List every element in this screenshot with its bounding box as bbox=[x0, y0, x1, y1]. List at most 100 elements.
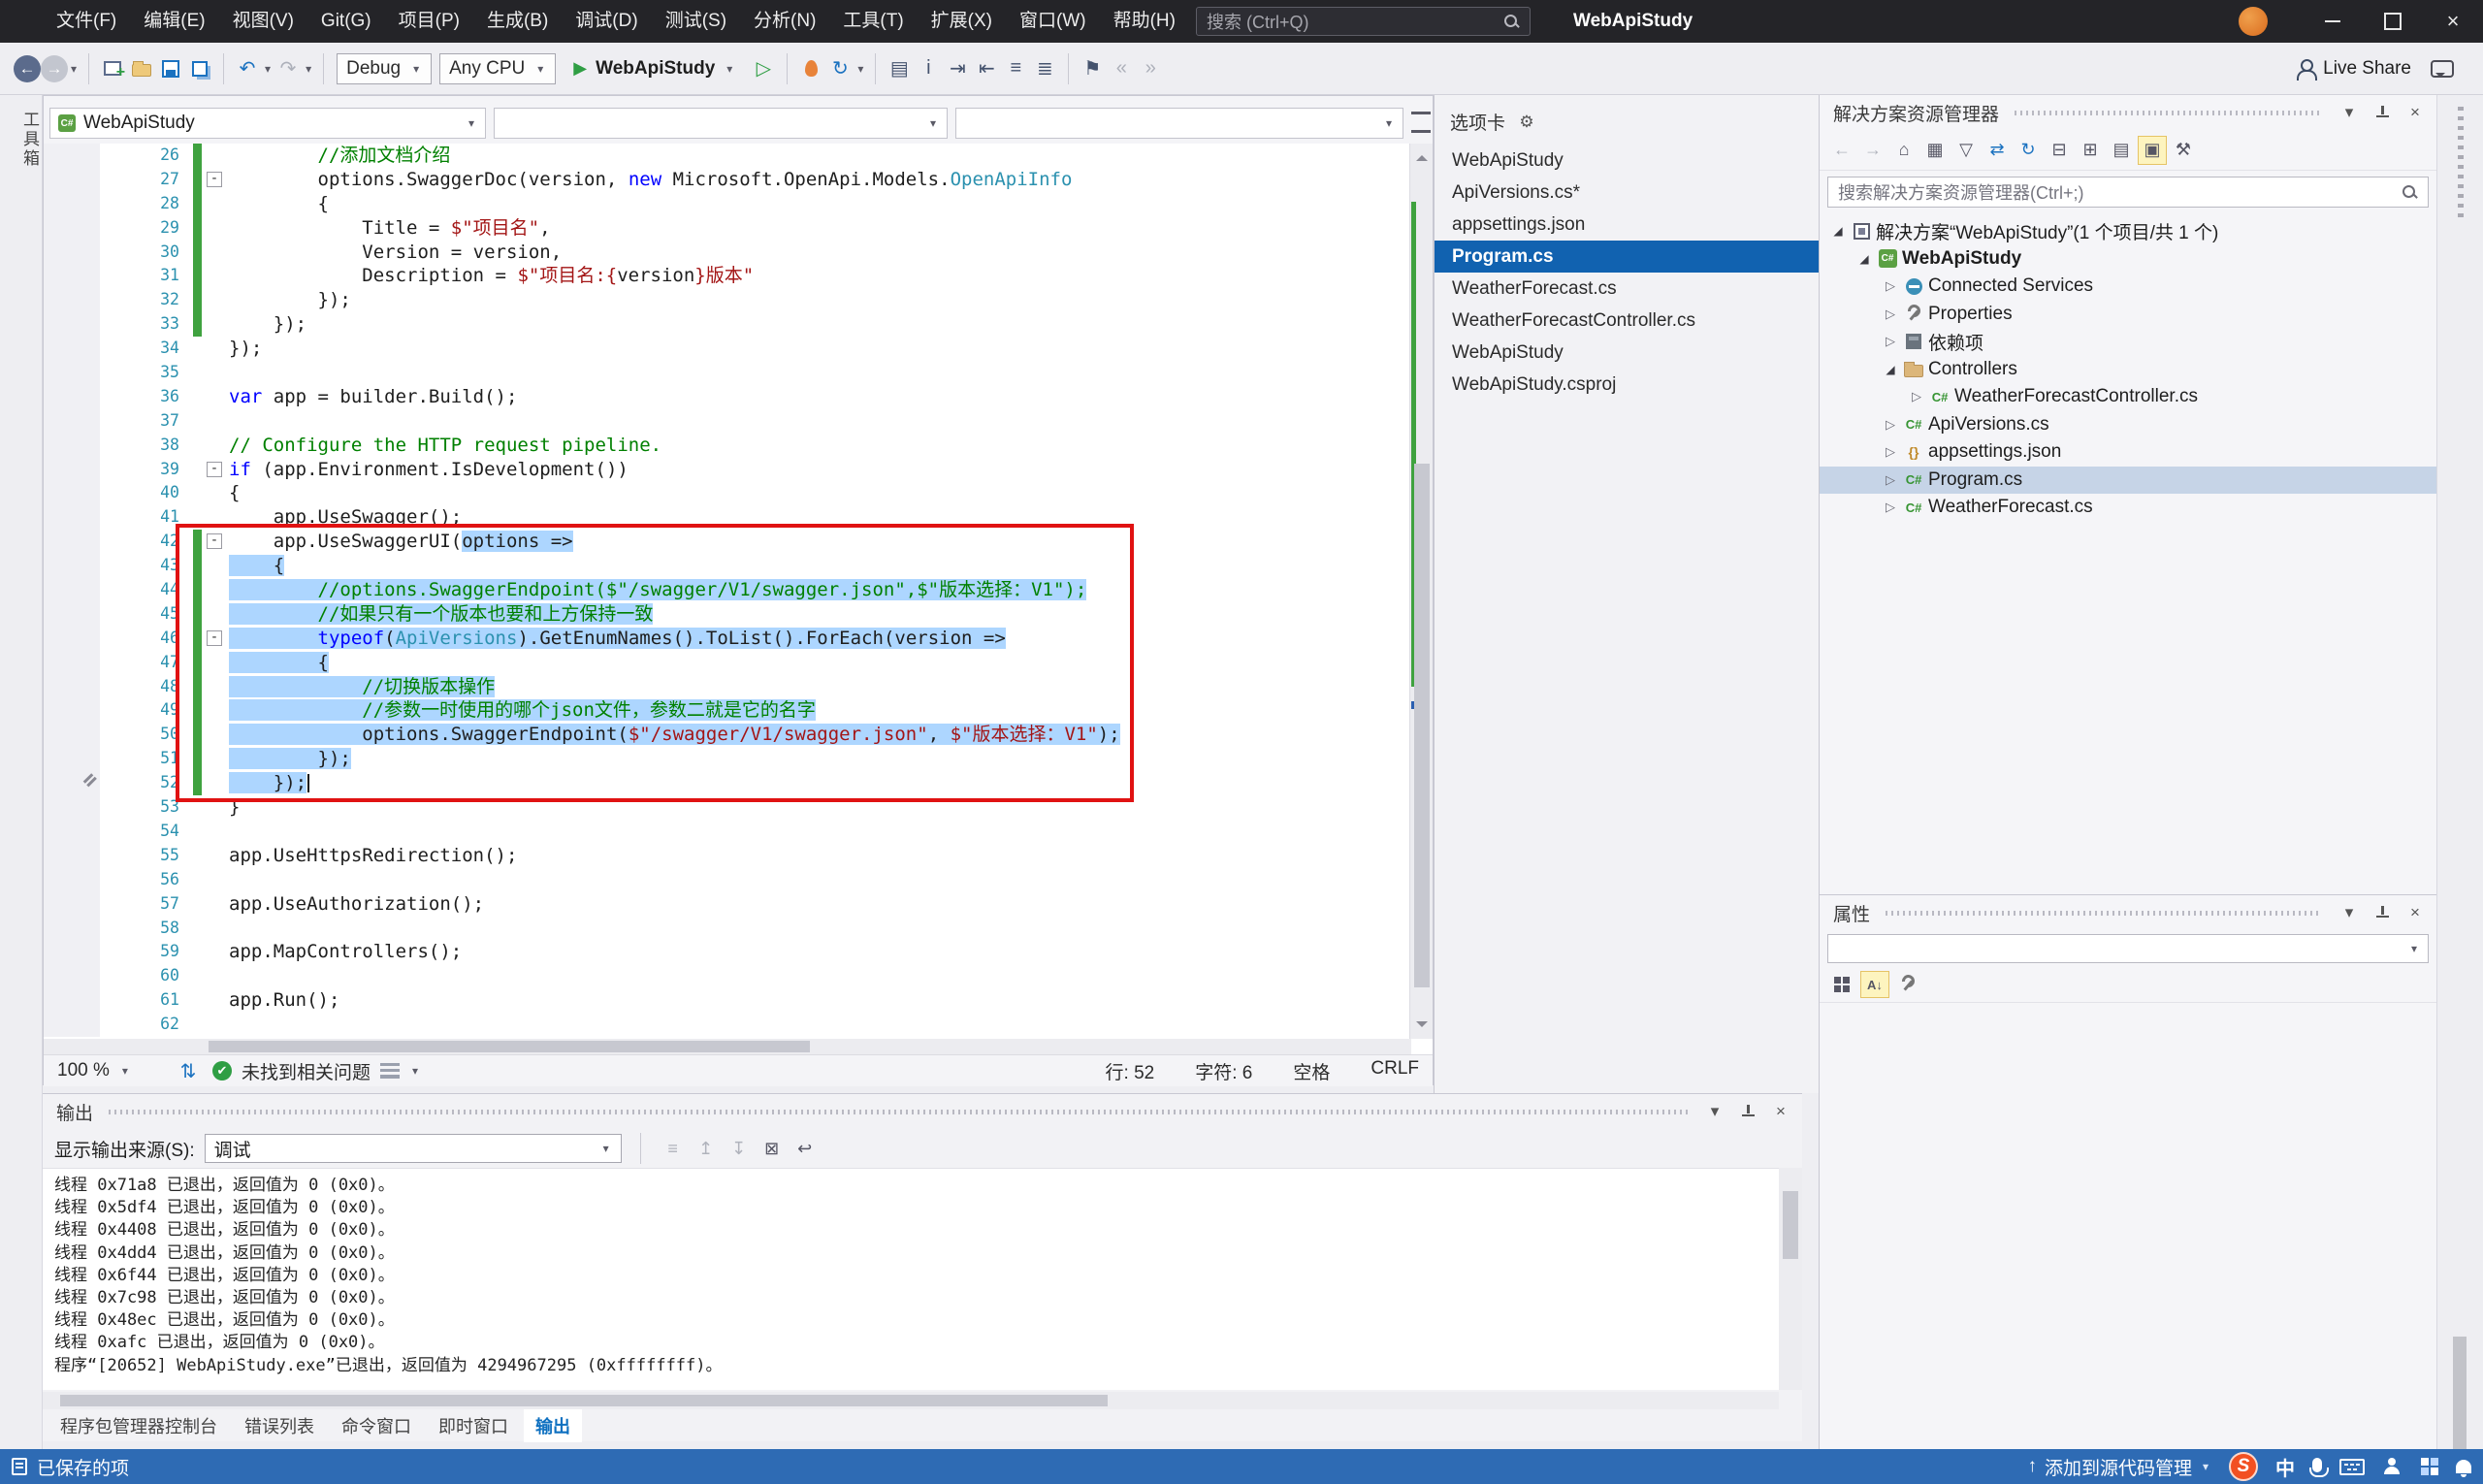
keyboard-icon[interactable] bbox=[2339, 1459, 2365, 1475]
code-line[interactable]: 55app.UseHttpsRedirection(); bbox=[44, 844, 1411, 868]
tree-item[interactable]: ▷ApiVersions.cs bbox=[1820, 411, 2436, 439]
code-line[interactable]: 58 bbox=[44, 917, 1411, 941]
code-line[interactable]: 48 //切换版本操作 bbox=[44, 675, 1411, 699]
output-vertical-scrollbar[interactable] bbox=[1779, 1168, 1802, 1390]
home-icon[interactable]: ⌂ bbox=[1889, 136, 1919, 165]
editor-horizontal-scrollbar[interactable] bbox=[44, 1039, 1411, 1054]
code-line[interactable]: 28 { bbox=[44, 192, 1411, 216]
tab-item[interactable]: ApiVersions.cs* bbox=[1435, 177, 1819, 209]
platform-select[interactable]: Any CPU ▾ bbox=[439, 53, 556, 84]
quick-info-icon[interactable]: i bbox=[914, 53, 943, 84]
show-all-files-icon[interactable]: ▤ bbox=[2107, 136, 2136, 165]
code-line[interactable]: 50 options.SwaggerEndpoint($"/swagger/V1… bbox=[44, 723, 1411, 747]
property-pages-icon[interactable] bbox=[1893, 971, 1922, 998]
code-line[interactable]: 40{ bbox=[44, 481, 1411, 505]
tool-window-tab[interactable]: 输出 bbox=[524, 1409, 582, 1442]
clear-all-icon[interactable]: ⊠ bbox=[758, 1135, 786, 1162]
live-share-icon[interactable] bbox=[2294, 57, 2317, 81]
code-line[interactable]: 34}); bbox=[44, 337, 1411, 361]
member-list-icon[interactable]: ▤ bbox=[885, 53, 914, 84]
code-line[interactable]: 41 app.UseSwagger(); bbox=[44, 505, 1411, 530]
menu-item[interactable]: 测试(S) bbox=[652, 0, 740, 43]
code-line[interactable]: 36var app = builder.Build(); bbox=[44, 385, 1411, 409]
tree-item[interactable]: ◢WebApiStudy bbox=[1820, 245, 2436, 274]
microphone-icon[interactable] bbox=[2312, 1458, 2322, 1472]
code-line[interactable]: 47 { bbox=[44, 651, 1411, 675]
tree-item[interactable]: ▷appsettings.json bbox=[1820, 438, 2436, 467]
previous-bookmark-icon[interactable]: « bbox=[1107, 53, 1136, 84]
member-dropdown[interactable]: ▾ bbox=[955, 108, 1403, 139]
menu-item[interactable]: 文件(F) bbox=[43, 0, 130, 43]
code-line[interactable]: 51 }); bbox=[44, 747, 1411, 771]
close-icon[interactable]: × bbox=[1769, 1101, 1792, 1122]
output-text-area[interactable]: 线程 0x71a8 已退出，返回值为 0 (0x0)。线程 0x5df4 已退出… bbox=[43, 1168, 1779, 1390]
tool-window-tab[interactable]: 命令窗口 bbox=[330, 1409, 423, 1442]
maximize-button[interactable] bbox=[2363, 0, 2423, 43]
menu-item[interactable]: 项目(P) bbox=[385, 0, 473, 43]
collapse-arrow-icon[interactable]: ◢ bbox=[1880, 363, 1901, 376]
outdent-icon[interactable]: ⇤ bbox=[972, 53, 1001, 84]
code-line[interactable]: 35 bbox=[44, 361, 1411, 385]
fold-margin[interactable]: - bbox=[202, 458, 229, 482]
collapse-arrow-icon[interactable]: ◢ bbox=[1854, 252, 1875, 266]
navigate-backward-icon[interactable]: ← bbox=[14, 55, 41, 82]
expand-arrow-icon[interactable]: ▷ bbox=[1880, 472, 1901, 488]
expand-arrow-icon[interactable]: ▷ bbox=[1906, 389, 1927, 404]
collapse-arrow-icon[interactable]: ◢ bbox=[1827, 224, 1849, 238]
scroll-up-icon[interactable] bbox=[1416, 149, 1428, 161]
new-project-icon[interactable] bbox=[98, 53, 127, 84]
fold-marker-icon[interactable]: - bbox=[207, 462, 222, 477]
zoom-select[interactable]: 100 % ▾ bbox=[57, 1060, 164, 1081]
code-line[interactable]: 26 //添加文档介绍 bbox=[44, 144, 1411, 168]
close-button[interactable]: × bbox=[2423, 0, 2483, 43]
open-file-icon[interactable] bbox=[127, 53, 156, 84]
sogou-input-badge[interactable]: S bbox=[2229, 1452, 2258, 1481]
collapse-all-icon[interactable]: ⊞ bbox=[2076, 136, 2105, 165]
close-icon[interactable]: × bbox=[2403, 902, 2427, 923]
tab-item[interactable]: WeatherForecast.cs bbox=[1435, 273, 1819, 305]
menu-item[interactable]: 分析(N) bbox=[740, 0, 829, 43]
comment-selection-icon[interactable]: ≡ bbox=[1001, 53, 1030, 84]
toggle-bookmark-icon[interactable]: ⚑ bbox=[1078, 53, 1107, 84]
code-line[interactable]: 30 Version = version, bbox=[44, 241, 1411, 265]
fold-margin[interactable]: - bbox=[202, 168, 229, 192]
tree-item[interactable]: ▷WeatherForecastController.cs bbox=[1820, 383, 2436, 411]
fold-marker-icon[interactable]: - bbox=[207, 533, 222, 549]
code-line[interactable]: 56 bbox=[44, 868, 1411, 892]
switch-views-icon[interactable]: ▦ bbox=[1920, 136, 1950, 165]
tool-window-tab[interactable]: 即时窗口 bbox=[427, 1409, 520, 1442]
pin-icon[interactable] bbox=[2370, 902, 2394, 923]
window-menu-icon[interactable]: ▾ bbox=[2338, 902, 2361, 923]
back-icon[interactable]: ← bbox=[1827, 136, 1856, 165]
preview-selected-items-icon[interactable]: ▣ bbox=[2138, 136, 2167, 165]
code-line[interactable]: 52 }); bbox=[44, 771, 1411, 795]
code-line[interactable]: 37 bbox=[44, 409, 1411, 434]
restart-dropdown-icon[interactable]: ▾ bbox=[855, 62, 866, 76]
type-dropdown[interactable]: ▾ bbox=[494, 108, 948, 139]
scrollbar-thumb[interactable] bbox=[1414, 464, 1430, 987]
ime-language-indicator[interactable]: 中 bbox=[2275, 1453, 2295, 1481]
go-to-previous-message-icon[interactable]: ↥ bbox=[693, 1135, 720, 1162]
scroll-down-icon[interactable] bbox=[1416, 1021, 1428, 1033]
refresh-icon[interactable]: ↻ bbox=[2014, 136, 2043, 165]
code-viewport[interactable]: 26 //添加文档介绍27- options.SwaggerDoc(versio… bbox=[44, 144, 1411, 1039]
code-line[interactable]: 39-if (app.Environment.IsDevelopment()) bbox=[44, 458, 1411, 482]
indentation-indicator[interactable]: 空格 bbox=[1293, 1058, 1330, 1084]
window-menu-icon[interactable]: ▾ bbox=[2338, 102, 2361, 123]
menu-item[interactable]: 编辑(E) bbox=[130, 0, 218, 43]
expand-arrow-icon[interactable]: ▷ bbox=[1880, 444, 1901, 460]
properties-icon[interactable]: ⚒ bbox=[2169, 136, 2198, 165]
next-bookmark-icon[interactable]: » bbox=[1136, 53, 1165, 84]
tab-item[interactable]: WebApiStudy.csproj bbox=[1435, 369, 1819, 401]
expand-arrow-icon[interactable]: ▷ bbox=[1880, 500, 1901, 515]
find-message-icon[interactable]: ≡ bbox=[660, 1135, 687, 1162]
output-header[interactable]: 输出 ▾ × bbox=[43, 1094, 1802, 1129]
fold-marker-icon[interactable]: - bbox=[207, 172, 222, 187]
redo-icon[interactable]: ↷ bbox=[274, 53, 303, 84]
code-line[interactable]: 61app.Run(); bbox=[44, 988, 1411, 1013]
user-avatar[interactable] bbox=[2239, 7, 2268, 36]
menu-item[interactable]: 调试(D) bbox=[562, 0, 651, 43]
menu-item[interactable]: 扩展(X) bbox=[918, 0, 1006, 43]
save-icon[interactable] bbox=[156, 53, 185, 84]
code-line[interactable]: 27- options.SwaggerDoc(version, new Micr… bbox=[44, 168, 1411, 192]
